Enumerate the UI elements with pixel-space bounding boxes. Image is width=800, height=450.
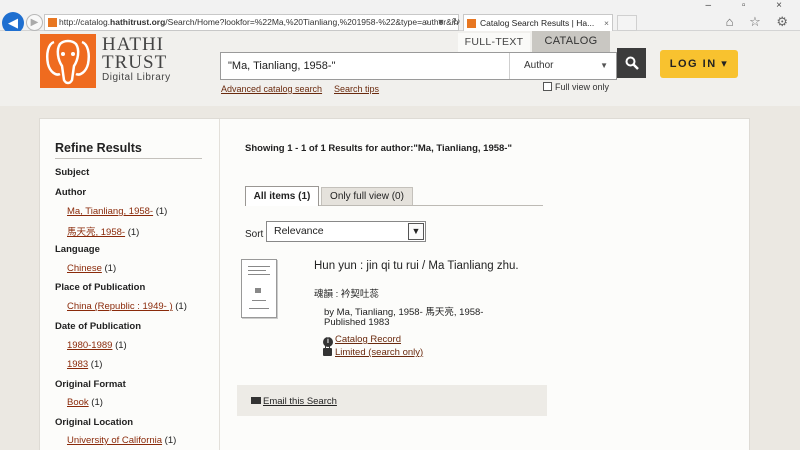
search-input[interactable] <box>221 53 509 79</box>
address-bar[interactable]: http://catalog.hathitrust.org/Search/Hom… <box>44 14 459 31</box>
browser-tab-active[interactable]: Catalog Search Results | Ha... × <box>463 14 613 32</box>
facet-count: (1) <box>153 206 168 217</box>
sort-label: Sort <box>245 229 264 240</box>
facet-count: (1) <box>172 301 187 312</box>
record-alt-title: 魂韻 : 衿契吐蕊 <box>314 289 379 300</box>
record-title[interactable]: Hun yun : jin qi tu rui / Ma Tianliang z… <box>314 260 519 272</box>
search-field-select[interactable]: Author ▼ <box>509 53 617 79</box>
sort-value: Relevance <box>274 225 324 237</box>
facet-count: (1) <box>101 263 117 274</box>
site-favicon-icon <box>48 18 57 27</box>
book-cover-thumbnail[interactable] <box>241 259 277 318</box>
search-tips-link[interactable]: Search tips <box>334 84 379 94</box>
login-button[interactable]: LOG IN ▾ <box>660 50 738 78</box>
chevron-down-icon: ▼ <box>408 223 424 240</box>
advanced-search-link[interactable]: Advanced catalog search <box>221 84 322 94</box>
search-icon <box>625 56 639 70</box>
email-search-link[interactable]: Email this Search <box>263 396 337 407</box>
facet-place-1-link[interactable]: China (Republic : 1949- ) <box>67 301 173 312</box>
search-button[interactable] <box>617 48 646 78</box>
facet-subject-heading[interactable]: Subject <box>55 167 89 178</box>
results-tabs: All items (1) Only full view (0) <box>245 186 543 206</box>
results-summary: Showing 1 - 1 of 1 Results for author:"M… <box>245 143 512 154</box>
address-tools-icons[interactable]: ⌕ ▾ ↻ <box>424 14 464 31</box>
facet-count: (1) <box>88 359 103 370</box>
limited-access-row: Limited (search only) <box>323 344 423 358</box>
facet-count: (1) <box>112 340 127 351</box>
tab-catalog[interactable]: CATALOG <box>532 31 610 52</box>
facet-count: (1) <box>125 227 140 238</box>
full-view-only-checkbox[interactable]: Full view only <box>543 82 609 92</box>
facet-format-1-link[interactable]: Book <box>67 397 89 408</box>
search-bar: Author ▼ <box>220 52 617 80</box>
facet-item: 1983 (1) <box>67 359 102 370</box>
record-author: by Ma, Tianliang, 1958- 馬天亮, 1958- <box>324 307 484 318</box>
tab-close-icon[interactable]: × <box>604 15 609 32</box>
limited-search-only-link[interactable]: Limited (search only) <box>335 347 423 358</box>
main-content: Refine Results Subject Author Ma, Tianli… <box>39 118 750 450</box>
hathitrust-elephant-logo-icon[interactable] <box>40 34 96 88</box>
site-logo-text[interactable]: HATHI TRUST Digital Library <box>102 35 171 84</box>
facet-item: 馬天亮, 1958- (1) <box>67 224 139 238</box>
browser-chrome: ◀ ▶ http://catalog.hathitrust.org/Search… <box>0 0 800 34</box>
facet-author-1-link[interactable]: Ma, Tianliang, 1958- <box>67 206 153 217</box>
facet-count: (1) <box>162 435 177 446</box>
facet-date-heading: Date of Publication <box>55 321 142 332</box>
search-field-value: Author <box>524 60 554 71</box>
record-published: Published 1983 <box>324 317 390 328</box>
checkbox-icon[interactable] <box>543 82 552 91</box>
facet-item: Ma, Tianliang, 1958- (1) <box>67 206 167 217</box>
url-rest: /Search/Home?lookfor=%22Ma,%20Tianliang,… <box>165 17 459 27</box>
catalog-record-link[interactable]: Catalog Record <box>335 334 401 345</box>
email-search-bar: Email this Search <box>237 385 547 416</box>
facet-date-2-link[interactable]: 1983 <box>67 359 88 370</box>
facet-item: Chinese (1) <box>67 263 116 274</box>
lock-icon <box>323 344 332 356</box>
tab-full-text[interactable]: FULL-TEXT <box>458 33 530 52</box>
login-label: LOG IN <box>669 58 717 70</box>
facet-language-heading: Language <box>55 244 100 255</box>
tab-only-full-view[interactable]: Only full view (0) <box>321 187 413 205</box>
facet-item: 1980-1989 (1) <box>67 340 127 351</box>
facet-format-heading: Original Format <box>55 379 126 390</box>
browser-tool-icons[interactable]: ⌂ ☆ ⚙ <box>726 14 794 30</box>
facet-location-1-link[interactable]: University of California <box>67 435 162 446</box>
facet-place-heading: Place of Publication <box>55 282 146 293</box>
url-prefix: http://catalog. <box>59 17 111 27</box>
window-controls[interactable]: – ▫ × <box>705 0 796 12</box>
tab-title: Catalog Search Results | Ha... <box>480 18 595 28</box>
facet-language-1-link[interactable]: Chinese <box>67 263 102 274</box>
new-tab-button[interactable] <box>617 15 637 31</box>
tab-favicon-icon <box>467 19 476 28</box>
catalog-record-row: i Catalog Record <box>323 334 401 347</box>
facet-item: Book (1) <box>67 397 103 408</box>
facet-item: University of California (1) <box>67 435 176 446</box>
facet-count: (1) <box>88 397 103 408</box>
refine-sidebar: Refine Results Subject Author Ma, Tianli… <box>40 119 220 450</box>
facet-author-2-link[interactable]: 馬天亮, 1958- <box>67 227 125 238</box>
refine-results-title: Refine Results <box>55 141 202 159</box>
email-search-row: Email this Search <box>251 396 337 407</box>
full-view-label: Full view only <box>555 82 610 92</box>
login-caret-icon: ▾ <box>721 58 729 70</box>
site-header: HATHI TRUST Digital Library FULL-TEXT CA… <box>0 31 800 106</box>
envelope-icon <box>251 397 261 404</box>
forward-button[interactable]: ▶ <box>26 14 43 31</box>
logo-line3: Digital Library <box>102 72 171 83</box>
url-domain: hathitrust.org <box>110 17 166 27</box>
logo-line2: TRUST <box>102 52 168 73</box>
sort-select[interactable]: Relevance ▼ <box>266 221 426 242</box>
facet-date-1-link[interactable]: 1980-1989 <box>67 340 112 351</box>
chevron-down-icon: ▼ <box>600 61 608 70</box>
facet-author-heading: Author <box>55 187 87 198</box>
facet-item: China (Republic : 1949- ) (1) <box>67 301 187 312</box>
results-panel: Showing 1 - 1 of 1 Results for author:"M… <box>220 119 750 450</box>
tab-all-items[interactable]: All items (1) <box>245 186 319 206</box>
facet-location-heading: Original Location <box>55 417 134 428</box>
